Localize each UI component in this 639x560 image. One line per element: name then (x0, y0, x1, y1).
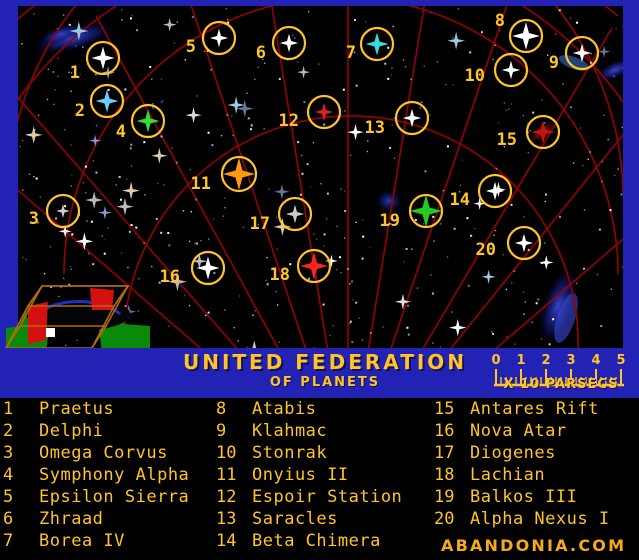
planet-name: Onyius II (252, 465, 349, 485)
planet-name: Omega Corvus (39, 443, 168, 463)
planet-list-item[interactable]: 20 Alpha Nexus I (434, 508, 639, 530)
federation-subtitle: OF PLANETS (269, 375, 381, 390)
planet-number: 4 (3, 465, 14, 485)
planet-number: 11 (216, 465, 237, 485)
abandonia-watermark: ABANDONIA.COM (441, 536, 627, 555)
ruler-label-2: 2 (541, 353, 550, 368)
system-label-20: 20 (476, 240, 496, 260)
system-label-10: 10 (465, 66, 485, 86)
planet-list-item[interactable]: 3 Omega Corvus (3, 442, 218, 464)
ruler-label-0: 0 (491, 353, 500, 368)
planet-list-item[interactable]: 5 Epsilon Sierra (3, 486, 218, 508)
planet-name: Beta Chimera (252, 531, 381, 551)
planet-name: Lachian (470, 465, 546, 485)
planet-name: Praetus (39, 399, 115, 419)
system-label-16: 16 (160, 267, 180, 287)
planet-number: 2 (3, 421, 14, 441)
planet-name: Atabis (252, 399, 317, 419)
planet-name: Zhraad (39, 509, 104, 529)
ruler-label-1: 1 (516, 353, 525, 368)
star-map-screen: 1 2 3 4 5 6 7 8 9 10 11 12 13 14 15 16 17 18 19 20 (0, 0, 639, 560)
planet-name: Stonrak (252, 443, 328, 463)
planet-list-item[interactable]: 13 Saracles (216, 508, 434, 530)
planet-number: 7 (3, 531, 14, 551)
planet-number: 9 (216, 421, 227, 441)
planet-list-item[interactable]: 14 Beta Chimera (216, 530, 434, 552)
planet-list-item[interactable]: 18 Lachian (434, 464, 639, 486)
planet-number: 13 (216, 509, 237, 529)
ruler-label-4: 4 (591, 353, 600, 368)
system-label-11: 11 (191, 174, 211, 194)
planet-list-item[interactable]: 4 Symphony Alpha (3, 464, 218, 486)
system-label-1: 1 (70, 63, 80, 83)
system-label-9: 9 (549, 53, 559, 73)
system-label-14: 14 (450, 190, 470, 210)
system-label-6: 6 (256, 43, 266, 63)
parsec-scale-caption: X 10 PARSECS (503, 377, 619, 392)
planet-name: Klahmac (252, 421, 328, 441)
ruler-label-3: 3 (566, 353, 575, 368)
system-label-8: 8 (495, 11, 505, 31)
system-label-18: 18 (270, 265, 290, 285)
star-field: 12345 6 789101112 1314151617181920 (18, 6, 623, 350)
planet-list-item[interactable]: 15 Antares Rift (434, 398, 639, 420)
planet-list-item[interactable]: 9 Klahmac (216, 420, 434, 442)
planet-list-item[interactable]: 19 Balkos III (434, 486, 639, 508)
planet-number: 14 (216, 531, 237, 551)
planet-number: 15 (434, 399, 455, 419)
planet-list-item[interactable]: 6 Zhraad (3, 508, 218, 530)
planet-list-item[interactable]: 1 Praetus (3, 398, 218, 420)
planet-list-item[interactable]: 8 Atabis (216, 398, 434, 420)
system-label-13: 13 (365, 118, 385, 138)
planet-list-item[interactable]: 12 Espoir Station (216, 486, 434, 508)
planet-number: 10 (216, 443, 237, 463)
system-label-4: 4 (116, 122, 126, 142)
planet-list-item[interactable]: 11 Onyius II (216, 464, 434, 486)
system-label-15: 15 (497, 130, 517, 150)
system-label-12: 12 (279, 111, 299, 131)
ruler-label-5: 5 (616, 353, 625, 368)
planet-number: 20 (434, 509, 455, 529)
planet-number: 16 (434, 421, 455, 441)
planet-name: Balkos III (470, 487, 578, 507)
planet-number: 17 (434, 443, 455, 463)
planet-name: Alpha Nexus I (470, 509, 610, 529)
planet-name: Saracles (252, 509, 338, 529)
system-label-17: 17 (250, 214, 270, 234)
planet-number: 5 (3, 487, 14, 507)
planet-name: Borea IV (39, 531, 125, 551)
planet-number: 18 (434, 465, 455, 485)
system-label-19: 19 (380, 211, 400, 231)
planet-name: Nova Atar (470, 421, 567, 441)
planet-name: Espoir Station (252, 487, 403, 507)
map-frame: 1 2 3 4 5 6 7 8 9 10 11 12 13 14 15 16 17 18 19 20 (0, 0, 639, 354)
planet-name: Symphony Alpha (39, 465, 190, 485)
planet-list-item[interactable]: 2 Delphi (3, 420, 218, 442)
planet-list-item[interactable]: 16 Nova Atar (434, 420, 639, 442)
planet-list-item[interactable]: 10 Stonrak (216, 442, 434, 464)
planet-list-item[interactable]: 7 Borea IV (3, 530, 218, 552)
planet-number: 3 (3, 443, 14, 463)
planet-list-column-1: 1 Praetus 2 Delphi 3 Omega Corvus 4 Symphony Al… (3, 398, 218, 552)
system-label-7: 7 (346, 43, 356, 63)
planet-name: Delphi (39, 421, 104, 441)
system-label-5: 5 (186, 37, 196, 57)
planet-list-item[interactable]: 17 Diogenes (434, 442, 639, 464)
planet-name: Epsilon Sierra (39, 487, 190, 507)
planet-name: Diogenes (470, 443, 556, 463)
system-label-3: 3 (29, 209, 39, 229)
planet-list-column-2: 8 Atabis 9 Klahmac 10 Stonrak 11 Onyius II 12 Esp… (216, 398, 434, 552)
planet-number: 1 (3, 399, 14, 419)
planet-number: 12 (216, 487, 237, 507)
planet-list-column-3: 15 Antares Rift 16 Nova Atar 17 Diogenes 18 Lac… (434, 398, 639, 530)
planet-name: Antares Rift (470, 399, 599, 419)
system-label-2: 2 (75, 101, 85, 121)
planet-number: 8 (216, 399, 227, 419)
federation-title: UNITED FEDERATION (182, 350, 468, 374)
star-map-viewport[interactable]: 1 2 3 4 5 6 7 8 9 10 11 12 13 14 15 16 17 18 19 20 (18, 6, 623, 350)
planet-number: 19 (434, 487, 455, 507)
planet-number: 6 (3, 509, 14, 529)
